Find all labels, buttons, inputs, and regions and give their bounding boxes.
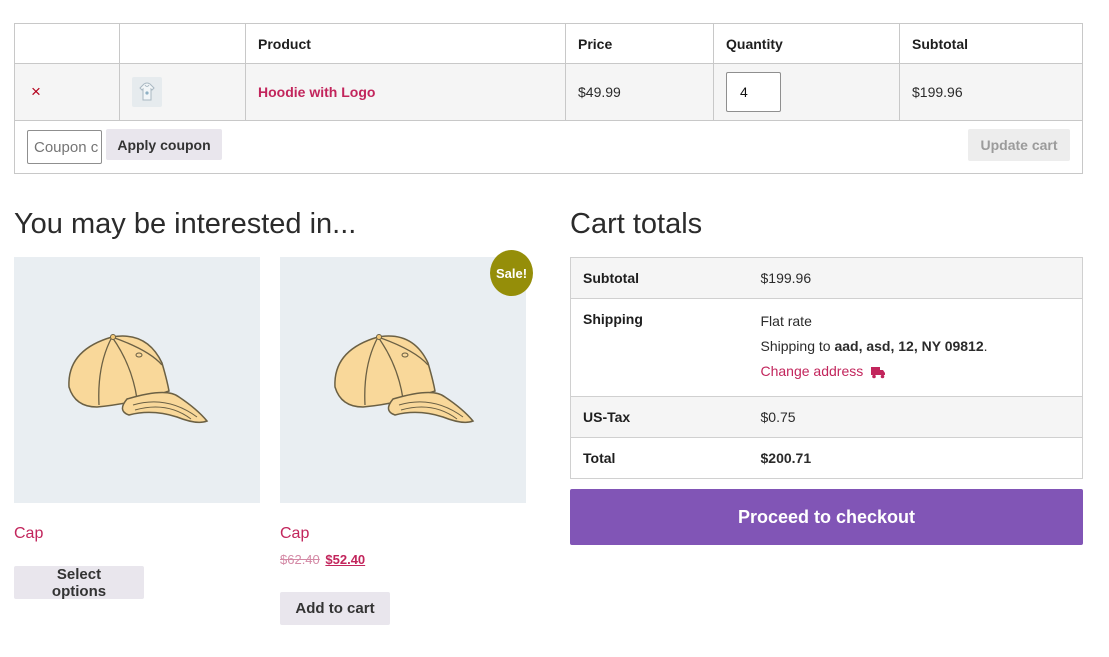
change-address-link[interactable]: Change address bbox=[761, 363, 864, 379]
cross-sell-product-1: Cap Select options bbox=[14, 257, 260, 600]
quantity-cell bbox=[713, 63, 900, 121]
product-cell: Hoodie with Logo bbox=[245, 63, 566, 121]
header-thumbnail bbox=[119, 23, 246, 64]
select-options-button[interactable]: Select options bbox=[14, 566, 144, 600]
shipping-destination: Shipping to aad, asd, 12, NY 09812. bbox=[761, 334, 1083, 359]
total-label: Total bbox=[570, 437, 761, 479]
total-amount: $200.71 bbox=[760, 450, 812, 466]
subtotal-label: Subtotal bbox=[570, 257, 761, 299]
quantity-input[interactable] bbox=[726, 72, 781, 112]
cross-sell-product-2: Cap $62.40 $52.40 Add to cart bbox=[280, 257, 526, 625]
change-address-line: Change address bbox=[761, 359, 1083, 384]
cross-sells-heading: You may be interested in... bbox=[14, 208, 357, 240]
remove-cell: × bbox=[14, 63, 120, 121]
subtotal-cell: $199.96 bbox=[899, 63, 1083, 121]
price-cell: $49.99 bbox=[565, 63, 714, 121]
product-price: $62.40 $52.40 bbox=[280, 552, 526, 567]
header-remove bbox=[14, 23, 120, 64]
totals-shipping-row: Shipping Flat rate Shipping to aad, asd,… bbox=[570, 298, 1083, 397]
subtotal-value: $199.96 bbox=[760, 257, 1083, 299]
update-cart-button[interactable]: Update cart bbox=[968, 129, 1070, 161]
shipping-method: Flat rate bbox=[760, 313, 812, 329]
totals-tax-row: US-Tax $0.75 bbox=[570, 396, 1083, 438]
totals-total-row: Total $200.71 bbox=[570, 437, 1083, 479]
product-name-link[interactable]: Hoodie with Logo bbox=[258, 84, 375, 100]
header-subtotal: Subtotal bbox=[899, 23, 1083, 64]
product-name-link[interactable]: Cap bbox=[14, 525, 260, 543]
remove-item-button[interactable]: × bbox=[27, 82, 41, 101]
product-name-link[interactable]: Cap bbox=[280, 525, 526, 543]
truck-icon bbox=[871, 366, 886, 379]
cart-actions: Apply coupon Update cart bbox=[14, 120, 1083, 174]
shipping-to-prefix: Shipping to bbox=[760, 338, 835, 354]
cart-item-row: × Hoodie with Logo $49.99 $199.96 bbox=[14, 63, 1083, 121]
regular-price: $62.40 bbox=[280, 552, 320, 567]
proceed-to-checkout-button[interactable]: Proceed to checkout bbox=[570, 489, 1083, 545]
cap-icon bbox=[68, 334, 209, 424]
apply-coupon-button[interactable]: Apply coupon bbox=[106, 129, 222, 160]
shipping-address: aad, asd, 12, NY 09812 bbox=[834, 338, 984, 354]
hoodie-icon bbox=[139, 82, 155, 101]
cart-totals-table: Subtotal $199.96 Shipping Flat rate Ship… bbox=[570, 257, 1083, 479]
tax-value: $0.75 bbox=[760, 396, 1083, 438]
shipping-details: Flat rate Shipping to aad, asd, 12, NY 0… bbox=[760, 298, 1083, 397]
sale-price: $52.40 bbox=[325, 552, 366, 567]
shipping-label: Shipping bbox=[570, 298, 761, 397]
hoodie-thumbnail[interactable] bbox=[132, 77, 162, 107]
header-price: Price bbox=[565, 23, 714, 64]
thumbnail-cell bbox=[119, 63, 246, 121]
product-image-cap[interactable] bbox=[280, 257, 526, 503]
coupon-code-input[interactable] bbox=[27, 130, 102, 164]
shipping-to-suffix: . bbox=[983, 338, 988, 354]
header-quantity: Quantity bbox=[713, 23, 900, 64]
cart-header-row: Product Price Quantity Subtotal bbox=[14, 23, 1083, 64]
tax-label: US-Tax bbox=[570, 396, 761, 438]
totals-subtotal-row: Subtotal $199.96 bbox=[570, 257, 1083, 299]
total-value: $200.71 bbox=[760, 437, 1083, 479]
cart-actions-row: Apply coupon Update cart bbox=[14, 120, 1083, 174]
sale-badge: Sale! bbox=[490, 250, 533, 296]
cart-totals-heading: Cart totals bbox=[570, 208, 703, 240]
cart-table: Product Price Quantity Subtotal × Hoodie… bbox=[14, 23, 1083, 174]
add-to-cart-button[interactable]: Add to cart bbox=[280, 592, 390, 625]
cap-icon bbox=[334, 334, 475, 424]
product-image-cap[interactable] bbox=[14, 257, 260, 503]
header-product: Product bbox=[245, 23, 566, 64]
